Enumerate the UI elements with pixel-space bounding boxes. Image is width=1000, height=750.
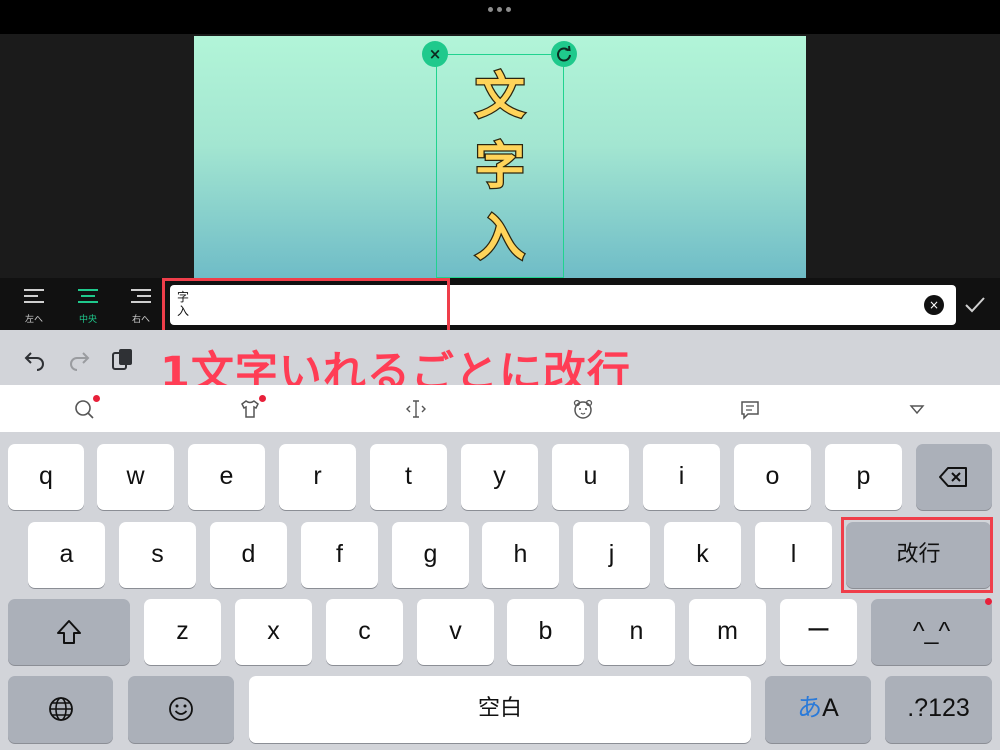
align-right-button[interactable]: 右へ bbox=[123, 286, 159, 326]
shirt-icon[interactable] bbox=[239, 398, 261, 420]
input-highlight-box bbox=[162, 278, 450, 336]
clear-text-icon[interactable]: × bbox=[924, 295, 944, 315]
key-y[interactable]: y bbox=[461, 444, 538, 510]
paste-icon[interactable] bbox=[110, 346, 136, 372]
key-i[interactable]: i bbox=[643, 444, 720, 510]
multitask-dots[interactable] bbox=[488, 7, 511, 12]
cursor-icon[interactable] bbox=[405, 398, 427, 420]
keyboard-tool-row bbox=[0, 385, 1000, 432]
align-left-label: 左へ bbox=[24, 315, 43, 325]
globe-icon[interactable] bbox=[8, 676, 113, 743]
key-a[interactable]: a bbox=[28, 522, 105, 588]
key-j[interactable]: j bbox=[573, 522, 650, 588]
key-v[interactable]: v bbox=[417, 599, 494, 665]
notification-dot bbox=[259, 395, 266, 402]
return-highlight-box bbox=[841, 517, 993, 593]
key-m[interactable]: m bbox=[689, 599, 766, 665]
key-long-dash[interactable]: ー bbox=[780, 599, 857, 665]
confirm-check-icon[interactable] bbox=[962, 292, 988, 318]
notification-dot bbox=[93, 395, 100, 402]
key-g[interactable]: g bbox=[392, 522, 469, 588]
align-right-label: 右へ bbox=[131, 315, 150, 325]
key-o[interactable]: o bbox=[734, 444, 811, 510]
undo-icon[interactable] bbox=[22, 346, 48, 372]
kana-label-latin: A bbox=[822, 694, 839, 722]
align-center-button[interactable]: 中央 bbox=[70, 286, 106, 326]
memo-icon[interactable] bbox=[739, 398, 761, 420]
collapse-icon[interactable] bbox=[906, 398, 928, 420]
key-t[interactable]: t bbox=[370, 444, 447, 510]
numbers-key[interactable]: .?123 bbox=[885, 676, 992, 743]
rotate-handle-icon[interactable] bbox=[551, 41, 577, 67]
space-key[interactable]: 空白 bbox=[249, 676, 751, 743]
key-e[interactable]: e bbox=[188, 444, 265, 510]
emoji-icon[interactable] bbox=[128, 676, 234, 743]
key-f[interactable]: f bbox=[301, 522, 378, 588]
key-h[interactable]: h bbox=[482, 522, 559, 588]
delete-handle-icon[interactable]: × bbox=[422, 41, 448, 67]
kana-label-hiragana: あ bbox=[797, 694, 823, 722]
emoji-face-icon[interactable] bbox=[572, 398, 594, 420]
key-q[interactable]: q bbox=[8, 444, 84, 510]
top-bar bbox=[0, 0, 1000, 34]
redo-icon[interactable] bbox=[66, 346, 92, 372]
key-z[interactable]: z bbox=[144, 599, 221, 665]
shift-icon[interactable] bbox=[8, 599, 130, 665]
key-w[interactable]: w bbox=[97, 444, 174, 510]
notification-dot bbox=[985, 598, 992, 605]
key-p[interactable]: p bbox=[825, 444, 902, 510]
canvas-char-2: 字 bbox=[474, 136, 527, 197]
key-b[interactable]: b bbox=[507, 599, 584, 665]
key-r[interactable]: r bbox=[279, 444, 356, 510]
key-n[interactable]: n bbox=[598, 599, 675, 665]
key-d[interactable]: d bbox=[210, 522, 287, 588]
key-s[interactable]: s bbox=[119, 522, 196, 588]
key-c[interactable]: c bbox=[326, 599, 403, 665]
canvas-char-1: 文 bbox=[474, 66, 527, 127]
key-x[interactable]: x bbox=[235, 599, 312, 665]
canvas-char-3: 入 bbox=[474, 208, 527, 269]
align-left-button[interactable]: 左へ bbox=[16, 286, 52, 326]
search-icon[interactable] bbox=[73, 398, 95, 420]
key-u[interactable]: u bbox=[552, 444, 629, 510]
backspace-icon[interactable] bbox=[916, 444, 992, 510]
kaomoji-key[interactable]: ^_^ bbox=[871, 599, 992, 665]
key-k[interactable]: k bbox=[664, 522, 741, 588]
kana-switch-key[interactable]: あA bbox=[765, 676, 871, 743]
key-l[interactable]: l bbox=[755, 522, 832, 588]
align-center-label: 中央 bbox=[78, 315, 97, 325]
